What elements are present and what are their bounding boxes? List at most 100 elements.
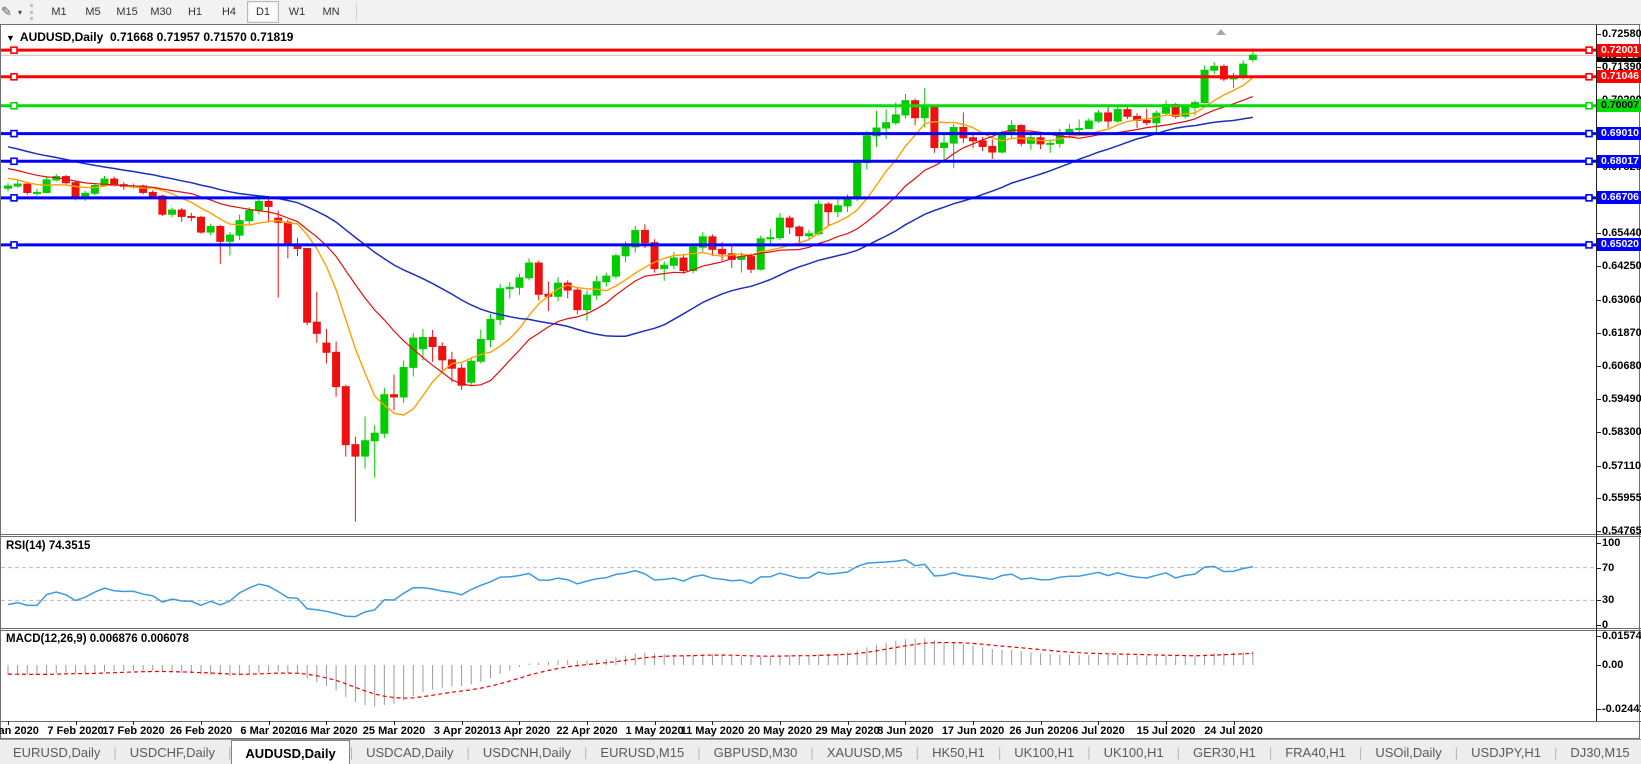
price-line-chip: 0.69010 (1597, 127, 1641, 140)
horizontal-line-0.72001[interactable] (1, 47, 1596, 53)
macd-axis-tick-label: 0.015741 (1602, 630, 1641, 642)
timeframe-button-mn[interactable]: MN (315, 1, 347, 23)
timeframe-button-m30[interactable]: M30 (145, 1, 177, 23)
timeframe-button-m15[interactable]: M15 (111, 1, 143, 23)
slow-ma (8, 117, 1253, 336)
panel-divider[interactable] (0, 628, 1641, 629)
timeframe-button-m5[interactable]: M5 (77, 1, 109, 23)
price-axis-tickmark (1596, 399, 1601, 400)
tab-ger30-h1[interactable]: GER30,H1 (1180, 740, 1269, 764)
price-axis-tickmark (1596, 498, 1601, 499)
price-axis-tick-label: 0.54765 (1602, 525, 1641, 537)
rsi-axis-tick-label: 0 (1602, 619, 1608, 631)
date-axis-label: 29 Jan 2020 (0, 725, 39, 737)
date-axis-label: 20 May 2020 (748, 725, 812, 737)
timeframe-toolbar: ✎ ▾ M1M5M15M30H1H4D1W1MN (0, 0, 1641, 25)
tab-usdcad-daily[interactable]: USDCAD,Daily (353, 740, 466, 764)
date-axis-label: 8 Jun 2020 (877, 725, 933, 737)
panel-divider[interactable] (0, 534, 1641, 535)
date-axis-label: 24 Jul 2020 (1204, 725, 1263, 737)
date-axis-label: 25 Mar 2020 (363, 725, 425, 737)
candles-layer (5, 51, 1257, 521)
price-axis-tick-label: 0.58300 (1602, 426, 1641, 438)
price-axis-tickmark (1596, 67, 1601, 68)
price-axis-tick-label: 0.60680 (1602, 360, 1641, 372)
price-chart[interactable] (0, 25, 1641, 534)
date-axis-label: 1 May 2020 (625, 725, 683, 737)
rsi-axis-tickmark (1596, 600, 1601, 601)
horizontal-line-0.66706[interactable] (1, 195, 1596, 201)
line-handle (1586, 47, 1592, 53)
horizontal-line-0.68017[interactable] (1, 158, 1596, 164)
tab-hk50-h1[interactable]: HK50,H1 (919, 740, 998, 764)
tab-eurusd-daily[interactable]: EURUSD,Daily (0, 740, 113, 764)
price-axis-tick-label: 0.65440 (1602, 227, 1641, 239)
tab-usdcnh-daily[interactable]: USDCNH,Daily (470, 740, 584, 764)
tab-uk100-h1[interactable]: UK100,H1 (1001, 740, 1087, 764)
line-handle (1586, 131, 1592, 137)
tab-usoil-daily[interactable]: USOil,Daily (1362, 740, 1454, 764)
price-axis-tickmark (1596, 432, 1601, 433)
rsi-indicator-panel[interactable] (0, 536, 1641, 628)
tab-fra40-h1[interactable]: FRA40,H1 (1272, 740, 1359, 764)
horizontal-line-0.70007[interactable] (1, 103, 1596, 109)
tab-usdchf-daily[interactable]: USDCHF,Daily (117, 740, 228, 764)
price-axis-tickmark (1596, 531, 1601, 532)
price-axis-tick-label: 0.63060 (1602, 294, 1641, 306)
price-axis-tickmark (1596, 34, 1601, 35)
macd-label: MACD(12,26,9) 0.006876 0.006078 (6, 633, 189, 645)
toolbar-grip-handle[interactable] (30, 4, 36, 20)
price-axis-tick-label: 0.55955 (1602, 492, 1641, 504)
tab-audusd-daily[interactable]: AUDUSD,Daily (231, 740, 349, 764)
chevron-down-icon[interactable]: ▾ (18, 8, 22, 17)
price-axis-tickmark (1596, 366, 1601, 367)
chart-symbol-label: AUDUSD,Daily (20, 30, 103, 44)
line-handle (1586, 103, 1592, 109)
horizontal-line-0.69010[interactable] (1, 131, 1596, 137)
rsi-axis-tick-label: 30 (1602, 594, 1614, 606)
price-line-chip: 0.65020 (1597, 238, 1641, 251)
chart-ohlc-values: 0.71668 0.71957 0.71570 0.71819 (110, 30, 294, 44)
timeframe-button-m1[interactable]: M1 (43, 1, 75, 23)
tab-uk100-h1[interactable]: UK100,H1 (1091, 740, 1177, 764)
price-axis-tick-label: 0.57110 (1602, 460, 1641, 472)
timeframe-buttons: M1M5M15M30H1H4D1W1MN (42, 1, 348, 23)
line-handle (1586, 158, 1592, 164)
price-axis-tick-label: 0.61870 (1602, 327, 1641, 339)
macd-axis-tick-label: 0.00 (1602, 659, 1623, 671)
draw-tool-icon[interactable]: ✎ (1, 4, 16, 20)
price-axis-tick-label: 0.59490 (1602, 393, 1641, 405)
price-axis-tickmark (1596, 300, 1601, 301)
tab-eurusd-m15[interactable]: EURUSD,M15 (587, 740, 697, 764)
macd-indicator-panel[interactable] (0, 630, 1641, 721)
tab-gbpusd-m30[interactable]: GBPUSD,M30 (701, 740, 811, 764)
timeframe-button-w1[interactable]: W1 (281, 1, 313, 23)
rsi-axis-tickmark (1596, 625, 1601, 626)
tab-usdjpy-h1[interactable]: USDJPY,H1 (1458, 740, 1554, 764)
price-axis-tick-label: 0.64250 (1602, 260, 1641, 272)
tab-dj30-m15[interactable]: DJ30,M15 (1557, 740, 1641, 764)
date-axis-label: 26 Feb 2020 (170, 725, 232, 737)
macd-axis-tickmark (1596, 665, 1601, 666)
tab-xauusd-m5[interactable]: XAUUSD,M5 (814, 740, 916, 764)
timeframe-button-d1[interactable]: D1 (247, 1, 279, 23)
horizontal-line-0.71046[interactable] (1, 74, 1596, 80)
trading-platform-window: ✎ ▾ M1M5M15M30H1H4D1W1MN ▼ AUDUSD,Daily 0… (0, 0, 1641, 764)
date-axis-label: 15 Jul 2020 (1137, 725, 1196, 737)
macd-signal-line (8, 643, 1253, 699)
panel-divider[interactable] (0, 630, 1641, 631)
timeframe-button-h1[interactable]: H1 (179, 1, 211, 23)
medium-ma (8, 97, 1253, 386)
date-axis-label: 6 Mar 2020 (240, 725, 296, 737)
panel-divider[interactable] (0, 536, 1641, 537)
collapse-indicator-icon[interactable]: ▼ (6, 33, 15, 43)
chart-title: ▼ AUDUSD,Daily 0.71668 0.71957 0.71570 0.… (6, 30, 293, 44)
line-handle (1586, 195, 1592, 201)
line-handle (11, 242, 17, 248)
price-line-chip: 0.70007 (1597, 99, 1641, 112)
symbol-tab-bar: EURUSD,Daily|USDCHF,Daily|AUDUSD,Daily|U… (0, 739, 1641, 764)
date-axis-label: 29 May 2020 (815, 725, 879, 737)
date-axis-label: 17 Feb 2020 (102, 725, 164, 737)
price-axis-tickmark (1596, 466, 1601, 467)
timeframe-button-h4[interactable]: H4 (213, 1, 245, 23)
